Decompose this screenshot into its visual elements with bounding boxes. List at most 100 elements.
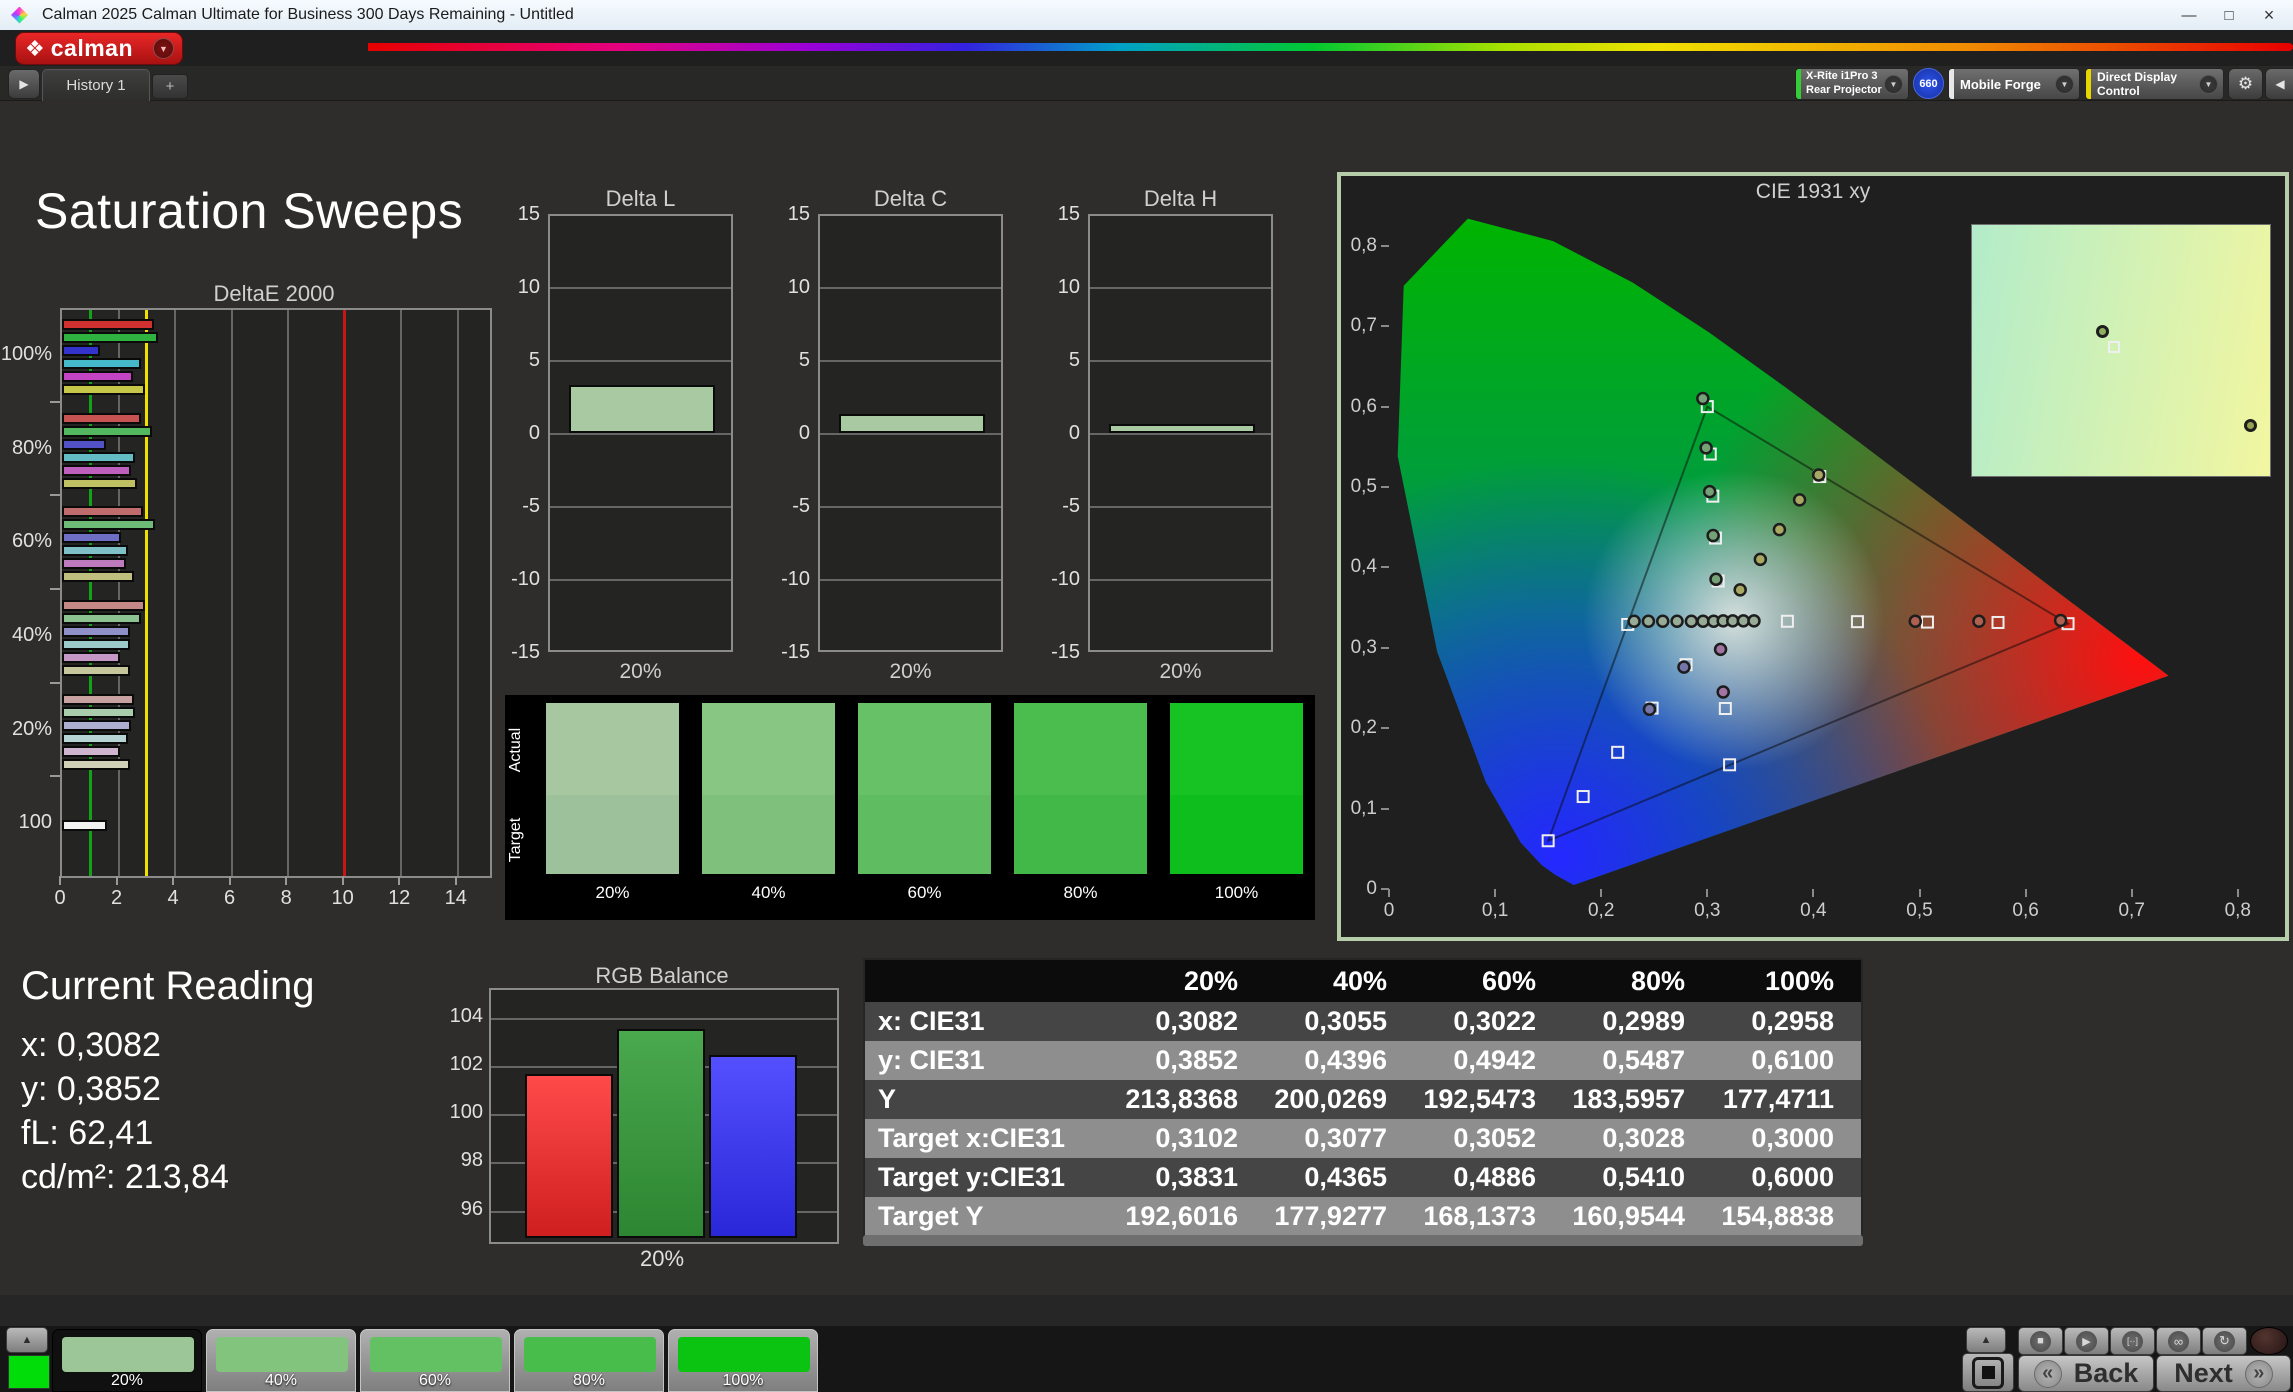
axis-tick: [1388, 889, 1390, 897]
read-series-button[interactable]: [··]: [2110, 1327, 2155, 1355]
cie-measured-point: [1733, 583, 1747, 597]
patch-tile-label: 20%: [110, 1372, 144, 1389]
source-name: Mobile Forge: [1960, 76, 2041, 92]
deltae-group-label: 20%: [11, 717, 52, 740]
cie-measured-point: [1684, 614, 1699, 629]
rgb-bar-blue: [709, 1055, 797, 1238]
cie-measured-point: [2053, 613, 2068, 628]
table-cell: 0,3052: [1453, 1123, 1536, 1153]
grid-line: [1090, 433, 1271, 435]
rgb-bar-green: [617, 1028, 705, 1238]
cie-y-tick-label: 0,5: [1350, 476, 1377, 497]
delta-y-tick-label: -15: [1051, 641, 1080, 663]
minimize-button[interactable]: —: [2169, 1, 2209, 29]
next-button-label: Next: [2174, 1358, 2233, 1388]
swatch-label: 20%: [595, 883, 630, 902]
cie-measured-point: [1696, 614, 1710, 629]
deltae-bar: [62, 664, 130, 676]
deltae-bar: [62, 357, 142, 369]
calman-menu-button[interactable]: ❖ calman ▼: [15, 32, 183, 65]
table-cell: 0,4886: [1453, 1162, 1536, 1192]
cie-measured-point: [1972, 614, 1986, 629]
delta-chart: [818, 214, 1003, 652]
table-cell: 200,0269: [1274, 1084, 1387, 1114]
grid-line: [550, 360, 731, 362]
next-button[interactable]: Next »: [2156, 1355, 2291, 1392]
table-row: Y 213,8368 200,0269 192,5473 183,5957 177,471…: [865, 1080, 1861, 1119]
delta-chart: [1088, 214, 1273, 652]
axis-tick: [1494, 889, 1497, 897]
cie-y-tick-label: 0,6: [1350, 395, 1377, 417]
axis-tick: [1381, 888, 1389, 890]
cie-measured-point: [1702, 484, 1717, 499]
history-expand-button[interactable]: ▶: [8, 69, 40, 99]
deltae-bar: [62, 412, 142, 424]
back-button[interactable]: « Back: [2018, 1355, 2154, 1392]
deltae-x-tick-label: 6: [224, 887, 236, 909]
cie-x-tick-label: 0,6: [2012, 900, 2039, 921]
deltae-bar: [62, 732, 129, 744]
table-cell: 213,8368: [1125, 1084, 1238, 1114]
table-cell: 0,3077: [1304, 1123, 1387, 1153]
source-dropdown[interactable]: Mobile Forge ▼: [1948, 68, 2080, 100]
cie-inset-target: [2108, 341, 2120, 353]
play-button[interactable]: ▶: [2064, 1327, 2109, 1355]
patch-tile-80%[interactable]: 80%: [514, 1329, 664, 1392]
deltae-bar: [62, 425, 153, 437]
deltae-group-label: 40%: [11, 623, 52, 646]
meter-dropdown[interactable]: X-Rite i1Pro 3 Rear Projector ▼: [1795, 68, 1909, 100]
display-control-dropdown[interactable]: Direct Display Control ▼: [2085, 68, 2224, 100]
cie-measured-point: [1792, 493, 1807, 507]
axis-tick: [341, 876, 344, 885]
patch-window-button[interactable]: [1962, 1353, 2014, 1392]
deltae-bar: [62, 745, 120, 757]
table-cell: 0,6000: [1751, 1162, 1834, 1192]
add-tab-button[interactable]: +: [152, 74, 188, 99]
swatch-label: 80%: [1063, 883, 1098, 902]
refresh-button[interactable]: ↻: [2202, 1327, 2247, 1355]
patch-tile-40%[interactable]: 40%: [206, 1329, 356, 1392]
grid-line: [491, 1017, 837, 1020]
patch-tile-100%[interactable]: 100%: [668, 1329, 818, 1392]
cie-x-tick-label: 0: [1383, 900, 1395, 921]
continuous-read-button[interactable]: ∞: [2156, 1327, 2201, 1355]
chevron-down-icon: ▼: [153, 38, 174, 59]
cie-y-tick-label: 0,4: [1350, 556, 1377, 578]
tab-history-1[interactable]: History 1: [42, 69, 150, 101]
cie-measured-point: [1709, 572, 1723, 587]
deltae-x-tick-label: 8: [280, 887, 292, 909]
grid-line: [550, 579, 731, 581]
patch-tile-20%[interactable]: 20%: [52, 1329, 202, 1392]
table-row-label: Target x:CIE31: [878, 1123, 1066, 1153]
deltae-bar: [62, 571, 135, 583]
patch-list-up-button[interactable]: ▲: [6, 1327, 48, 1353]
cie-zoom-inset: [1971, 224, 2271, 477]
axis-tick: [1381, 244, 1389, 247]
grid-line: [820, 579, 1001, 581]
table-cell: 0,4942: [1453, 1045, 1536, 1075]
table-row: x: CIE31 0,3082 0,3055 0,3022 0,2989 0,2958: [865, 1002, 1861, 1041]
rgb-y-tick-label: 102: [449, 1053, 483, 1076]
collapse-panel-button[interactable]: ◀: [2265, 68, 2293, 100]
axis-tick: [1812, 889, 1815, 897]
cie-measured-point: [1627, 614, 1641, 629]
table-cell: 168,1373: [1423, 1201, 1536, 1231]
stop-button[interactable]: ■: [2018, 1327, 2063, 1355]
deltae-x-tick-label: 2: [110, 887, 123, 909]
deltae-bar: [62, 719, 132, 731]
up-arrow-icon: ▲: [1980, 1334, 1992, 1346]
patch-tile-swatch: [524, 1337, 656, 1372]
display-control-name: Direct Display Control: [2097, 70, 2178, 98]
settings-button[interactable]: ⚙: [2228, 68, 2263, 100]
patch-tile-60%[interactable]: 60%: [360, 1329, 510, 1392]
delta-y-tick-label: 0: [528, 422, 540, 444]
current-patch-swatch: [8, 1355, 50, 1389]
controls-up-button[interactable]: ▲: [1966, 1327, 2006, 1353]
maximize-button[interactable]: □: [2209, 1, 2249, 29]
grid-line: [1090, 360, 1271, 362]
rgb-y-tick-label: 100: [449, 1101, 483, 1124]
cie-y-tick-label: 0,3: [1350, 636, 1377, 658]
close-button[interactable]: ×: [2249, 1, 2289, 29]
table-scrollbar[interactable]: [863, 1235, 1863, 1246]
delta-y-tick-label: -15: [511, 641, 540, 663]
